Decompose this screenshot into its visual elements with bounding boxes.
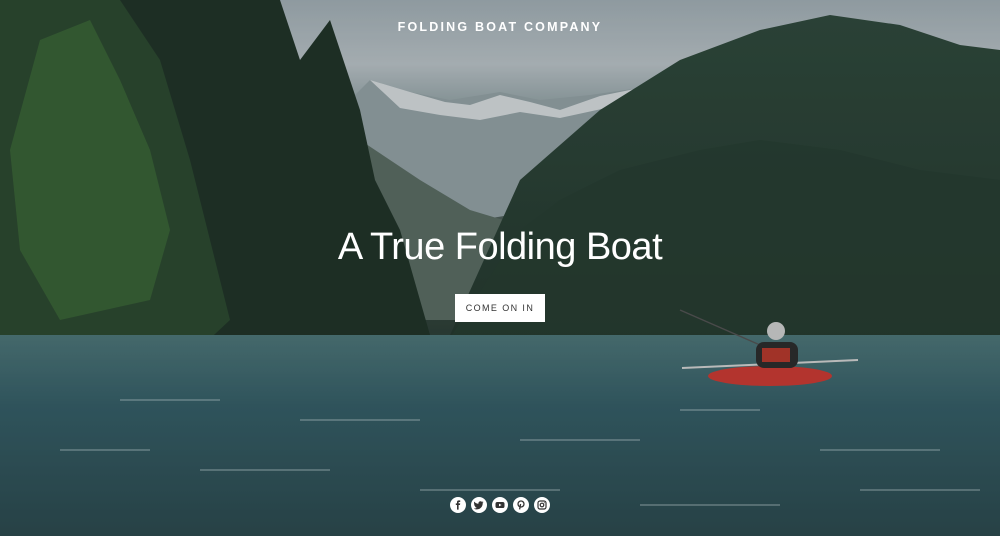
hero-section: FOLDING BOAT COMPANY A True Folding Boat… bbox=[0, 0, 1000, 536]
come-on-in-button[interactable]: COME ON IN bbox=[455, 294, 545, 322]
social-links bbox=[0, 497, 1000, 513]
hero-title: A True Folding Boat bbox=[337, 226, 663, 268]
site-title[interactable]: FOLDING BOAT COMPANY bbox=[0, 20, 1000, 34]
facebook-icon[interactable] bbox=[450, 497, 466, 513]
youtube-icon[interactable] bbox=[492, 497, 508, 513]
instagram-icon[interactable] bbox=[534, 497, 550, 513]
twitter-icon[interactable] bbox=[471, 497, 487, 513]
pinterest-icon[interactable] bbox=[513, 497, 529, 513]
